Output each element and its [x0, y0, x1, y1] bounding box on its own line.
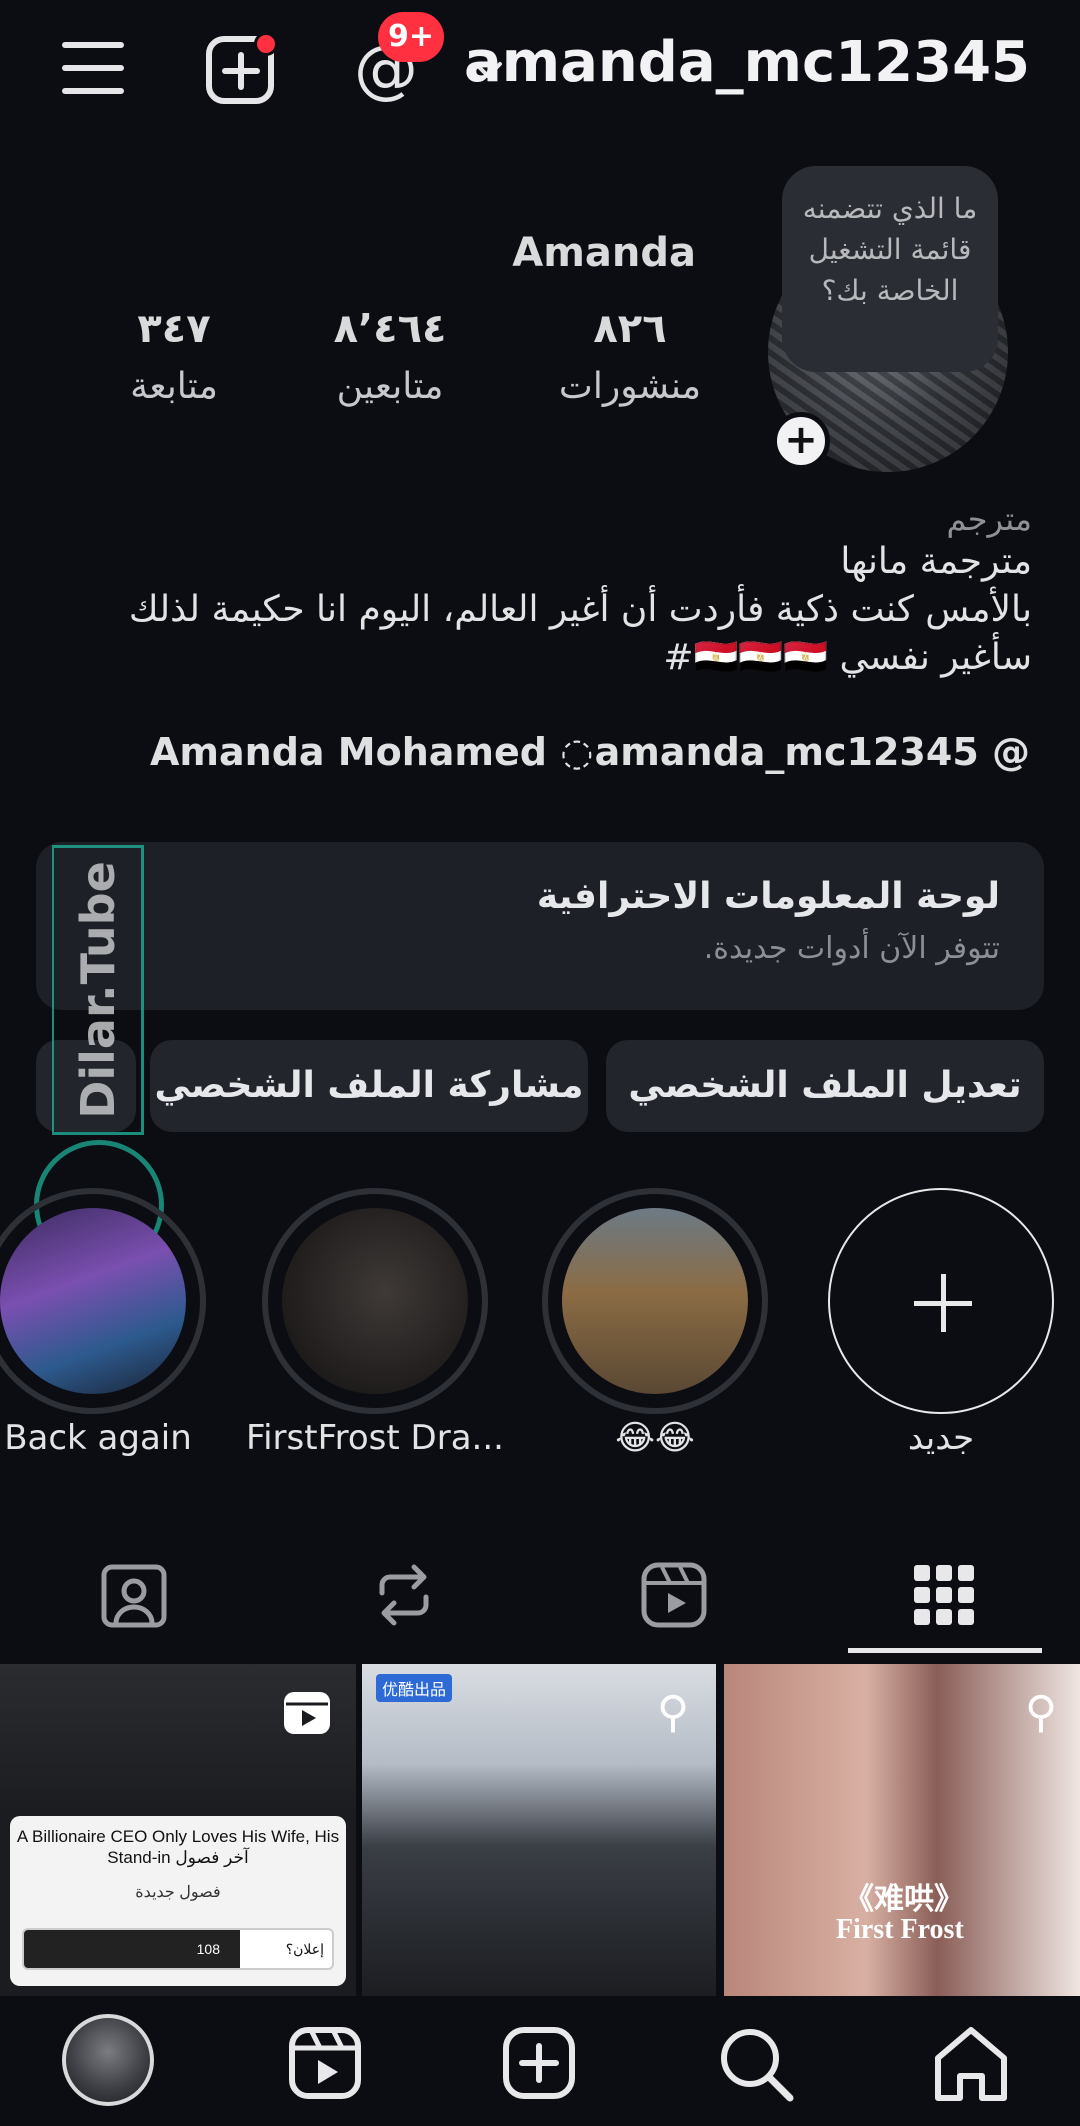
- stat-following-count: ٣٤٧: [137, 306, 211, 352]
- tab-tagged[interactable]: [84, 1550, 184, 1640]
- nav-home[interactable]: [926, 2018, 1016, 2108]
- edit-profile-button[interactable]: تعديل الملف الشخصي: [606, 1040, 1044, 1132]
- tagged-icon: [101, 1564, 167, 1628]
- threads-badge: 9+: [378, 12, 445, 62]
- reel-icon: [282, 1690, 332, 1736]
- stat-posts-label: منشورات: [558, 366, 702, 407]
- grid-icon: [914, 1565, 974, 1625]
- grid-post[interactable]: ⚲ 《难哄》 First Frost: [724, 1664, 1080, 1996]
- tab-grid[interactable]: [894, 1550, 994, 1640]
- facebook-link[interactable]: Amanda Mohamed ◌: [150, 730, 593, 774]
- active-tab-indicator: [848, 1648, 1042, 1653]
- top-bar: @ 9+ amanda_mc12345: [0, 0, 1080, 140]
- post-card-section: فصول جديدة: [135, 1884, 221, 1901]
- stat-following-label: متابعة: [130, 366, 218, 407]
- post-title-cn: 《难哄》: [844, 1882, 964, 1917]
- dashboard-subtitle: تتوفر الآن أدوات جديدة.: [703, 931, 1000, 966]
- highlight-item[interactable]: [262, 1188, 488, 1414]
- threads-icon: @: [992, 730, 1030, 774]
- bio-line: سأغير نفسي 🇪🇬🇪🇬🇪🇬#: [663, 637, 1032, 678]
- facebook-link-label: Amanda Mohamed: [150, 730, 547, 774]
- highlight-label: Back again: [4, 1418, 192, 1458]
- post-title-en: First Frost: [836, 1914, 964, 1945]
- profile-links: amanda_mc12345 @ Amanda Mohamed ◌: [150, 730, 1030, 790]
- notification-dot: [254, 32, 278, 56]
- post-card-count: 108: [24, 1930, 240, 1968]
- stat-followers-label: متابعين: [336, 366, 444, 407]
- reels-icon: [289, 2027, 361, 2099]
- pin-icon: ⚲: [656, 1687, 690, 1738]
- bio: مترجم مترجمة مانها بالأمس كنت ذكية فأردت…: [52, 500, 1032, 682]
- highlight-cover: [282, 1208, 468, 1394]
- grid-post[interactable]: A Billionaire CEO Only Loves His Wife, H…: [0, 1664, 356, 1996]
- post-card-ad: إعلان؟: [285, 1941, 324, 1957]
- nav-search[interactable]: [710, 2018, 800, 2108]
- stat-followers[interactable]: ٨٬٤٦٤ متابعين: [290, 306, 490, 407]
- hamburger-icon[interactable]: [62, 38, 128, 98]
- stat-posts[interactable]: ٨٢٦ منشورات: [530, 306, 730, 407]
- post-card-title: A Billionaire CEO Only Loves His Wife, H…: [16, 1827, 340, 1867]
- bio-line: بالأمس كنت ذكية فأردت أن أغير العالم، ال…: [128, 589, 1032, 630]
- share-profile-button[interactable]: مشاركة الملف الشخصي: [150, 1040, 588, 1132]
- pin-icon: ⚲: [1024, 1687, 1058, 1738]
- highlight-label: جديد: [907, 1418, 975, 1458]
- nav-reels[interactable]: [280, 2018, 370, 2108]
- highlight-item[interactable]: [0, 1188, 206, 1414]
- profile-tabs: [0, 1530, 1080, 1660]
- messenger-icon: ◌: [560, 730, 594, 774]
- repost-icon: [379, 1564, 429, 1626]
- stat-followers-count: ٨٬٤٦٤: [333, 306, 447, 352]
- tab-reels[interactable]: [624, 1550, 724, 1640]
- threads-link-label: amanda_mc12345: [594, 730, 979, 774]
- post-brand-tag: 优酷出品: [376, 1674, 453, 1702]
- tab-reposts[interactable]: [354, 1550, 454, 1640]
- watermark: Dilar.Tube: [52, 845, 144, 1135]
- search-icon: [721, 2029, 794, 2102]
- post-card: A Billionaire CEO Only Loves His Wife, H…: [10, 1816, 346, 1986]
- threads-link[interactable]: amanda_mc12345 @: [595, 730, 1030, 774]
- account-switcher[interactable]: amanda_mc12345: [464, 30, 1030, 95]
- profile-category: مترجم: [946, 500, 1032, 538]
- highlight-label: FirstFrost Dra...: [246, 1418, 504, 1458]
- highlight-new[interactable]: [828, 1188, 1054, 1414]
- nav-create[interactable]: [494, 2018, 584, 2108]
- post-card-bar: 108 إعلان؟: [22, 1928, 334, 1970]
- professional-dashboard[interactable]: لوحة المعلومات الاحترافية تتوفر الآن أدو…: [36, 842, 1044, 1010]
- highlight-cover: [0, 1208, 186, 1394]
- stat-posts-count: ٨٢٦: [593, 306, 667, 352]
- note-bubble[interactable]: ما الذي تتضمنه قائمة التشغيل الخاصة بك؟: [782, 166, 998, 372]
- bottom-nav: [0, 1996, 1080, 2126]
- highlight-cover: [562, 1208, 748, 1394]
- bio-line: مترجمة مانها: [840, 541, 1032, 582]
- plus-square-icon: [503, 2027, 575, 2099]
- highlight-label: 😂😂: [615, 1418, 695, 1458]
- watermark-text: Dilar.Tube: [70, 861, 125, 1119]
- reels-icon: [641, 1562, 707, 1628]
- display-name: Amanda: [512, 230, 696, 276]
- grid-post[interactable]: 优酷出品 ⚲: [362, 1664, 716, 1996]
- profile-tab-avatar[interactable]: [62, 2014, 154, 2106]
- add-story-icon[interactable]: +: [772, 412, 830, 470]
- stat-following[interactable]: ٣٤٧ متابعة: [74, 306, 274, 407]
- dashboard-title: لوحة المعلومات الاحترافية: [536, 876, 1000, 917]
- home-icon: [935, 2027, 1007, 2101]
- highlight-item[interactable]: [542, 1188, 768, 1414]
- post-thumbnail: [0, 1664, 356, 1814]
